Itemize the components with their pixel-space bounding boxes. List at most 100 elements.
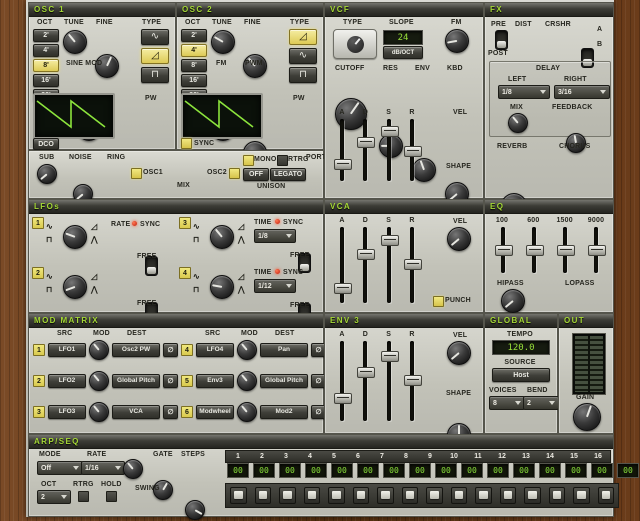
bend-dropdown[interactable]: 2 (523, 396, 559, 410)
step-button[interactable] (549, 487, 566, 504)
vcf-slope-unit-button[interactable]: dB/OCT (383, 46, 423, 59)
osc2-octave-button[interactable]: 2' (181, 29, 207, 42)
vcf-attack-slider[interactable] (333, 119, 351, 181)
lfo3-time-dropdown[interactable]: 1/8 (254, 229, 296, 243)
osc1-tune-knob[interactable] (63, 30, 87, 54)
step-button[interactable] (328, 487, 345, 504)
mod-invert-button[interactable]: ∅ (163, 405, 178, 419)
vcf-release-slider[interactable] (403, 119, 421, 181)
lfo4-time-dropdown[interactable]: 1/12 (254, 279, 296, 293)
sub-knob[interactable] (37, 164, 57, 184)
env3-attack-slider[interactable] (333, 341, 351, 421)
osc1-dco-button[interactable]: DCO (33, 138, 59, 150)
eq-band3-slider[interactable] (556, 227, 574, 273)
vca-decay-slider[interactable] (356, 227, 374, 303)
osc1-wave-type-button[interactable]: ◿ (141, 48, 169, 64)
slider-handle[interactable] (404, 375, 422, 386)
mod-dest-button[interactable]: Mod2 (260, 405, 308, 419)
slider-handle[interactable] (526, 245, 544, 256)
rtrg-button[interactable] (277, 155, 288, 166)
mod-invert-button[interactable]: ∅ (163, 374, 178, 388)
osc1-octave-button[interactable]: 4' (33, 44, 59, 57)
step-button[interactable] (402, 487, 419, 504)
mod-amount-knob[interactable] (89, 340, 109, 360)
osc2-wave-type-button[interactable]: ◿ (289, 29, 317, 45)
mod-amount-knob[interactable] (237, 371, 257, 391)
delay-right-dropdown[interactable]: 3/16 (554, 85, 610, 99)
mod-source-button[interactable]: LFO4 (196, 343, 234, 357)
mod-amount-knob[interactable] (89, 402, 109, 422)
arp-mode-dropdown[interactable]: Off (37, 461, 83, 475)
mod-amount-knob[interactable] (237, 340, 257, 360)
mod-dest-button[interactable]: Osc2 PW (112, 343, 160, 357)
lfo2-rate-knob[interactable] (63, 275, 87, 299)
step-button[interactable] (598, 487, 615, 504)
step-button[interactable] (377, 487, 394, 504)
sync-source-button[interactable]: Host (492, 368, 550, 382)
osc2-wave-type-button[interactable]: ∿ (289, 48, 317, 64)
mod-source-button[interactable]: Env3 (196, 374, 234, 388)
osc2-wave-type-button[interactable]: ⊓ (289, 67, 317, 83)
punch-button[interactable] (433, 296, 444, 307)
lfo4-rate-knob[interactable] (210, 275, 234, 299)
mod-dest-button[interactable]: Global Pitch (260, 374, 308, 388)
step-button[interactable] (573, 487, 590, 504)
step-button[interactable] (426, 487, 443, 504)
step-button[interactable] (230, 487, 247, 504)
step-button[interactable] (475, 487, 492, 504)
arp-steps-knob[interactable] (185, 500, 205, 520)
osc1-wave-type-button[interactable]: ∿ (141, 29, 169, 45)
mod-dest-button[interactable]: VCA (112, 405, 160, 419)
vcf-fm-knob[interactable] (445, 29, 469, 53)
vcf-type-selector[interactable] (333, 29, 377, 59)
osc2-octave-button[interactable]: 16' (181, 74, 207, 87)
arp-hold-button[interactable] (106, 491, 117, 502)
mod-amount-knob[interactable] (89, 371, 109, 391)
dist-pre-post-toggle[interactable] (495, 30, 508, 50)
slider-handle[interactable] (334, 283, 352, 294)
slider-handle[interactable] (404, 259, 422, 270)
legato-button[interactable]: LEGATO (270, 168, 306, 181)
delay-mix-knob[interactable] (508, 113, 528, 133)
mod-source-button[interactable]: Modwheel (196, 405, 234, 419)
step-button[interactable] (255, 487, 272, 504)
mod-amount-knob[interactable] (237, 402, 257, 422)
mod-dest-button[interactable]: Global Pitch (112, 374, 160, 388)
step-button[interactable] (451, 487, 468, 504)
osc1-octave-button[interactable]: 8' (33, 59, 59, 72)
env3-decay-slider[interactable] (356, 341, 374, 421)
step-button[interactable] (304, 487, 321, 504)
eq-band1-slider[interactable] (494, 227, 512, 273)
vca-vel-knob[interactable] (447, 227, 471, 251)
vcf-type-dial[interactable] (347, 36, 364, 53)
step-button[interactable] (500, 487, 517, 504)
slider-handle[interactable] (588, 245, 606, 256)
slider-handle[interactable] (495, 245, 513, 256)
gain-knob[interactable] (573, 403, 601, 431)
hipass-knob[interactable] (501, 289, 525, 313)
delay-left-dropdown[interactable]: 1/8 (498, 85, 550, 99)
mod-dest-button[interactable]: Pan (260, 343, 308, 357)
osc1-octave-button[interactable]: 2' (33, 29, 59, 42)
osc2-tune-knob[interactable] (211, 30, 235, 54)
eq-band2-slider[interactable] (525, 227, 543, 273)
slider-handle[interactable] (357, 249, 375, 260)
osc2-octave-button[interactable]: 8' (181, 59, 207, 72)
env3-release-slider[interactable] (403, 341, 421, 421)
mod-source-button[interactable]: LFO1 (48, 343, 86, 357)
lfo3-rate-knob[interactable] (210, 225, 234, 249)
slider-handle[interactable] (381, 235, 399, 246)
mod-source-button[interactable]: LFO2 (48, 374, 86, 388)
vcf-sustain-slider[interactable] (380, 119, 398, 181)
vca-attack-slider[interactable] (333, 227, 351, 303)
step-button[interactable] (353, 487, 370, 504)
lfo1-rate-knob[interactable] (63, 225, 87, 249)
arp-rtrg-button[interactable] (78, 491, 89, 502)
arp-oct-dropdown[interactable]: 2 (37, 490, 71, 504)
slider-handle[interactable] (357, 367, 375, 378)
osc2-enable-button[interactable] (229, 168, 240, 179)
arp-rate-dropdown[interactable]: 1/16 (81, 461, 125, 475)
slider-handle[interactable] (334, 159, 352, 170)
osc1-wave-type-button[interactable]: ⊓ (141, 67, 169, 83)
slider-handle[interactable] (404, 146, 422, 157)
